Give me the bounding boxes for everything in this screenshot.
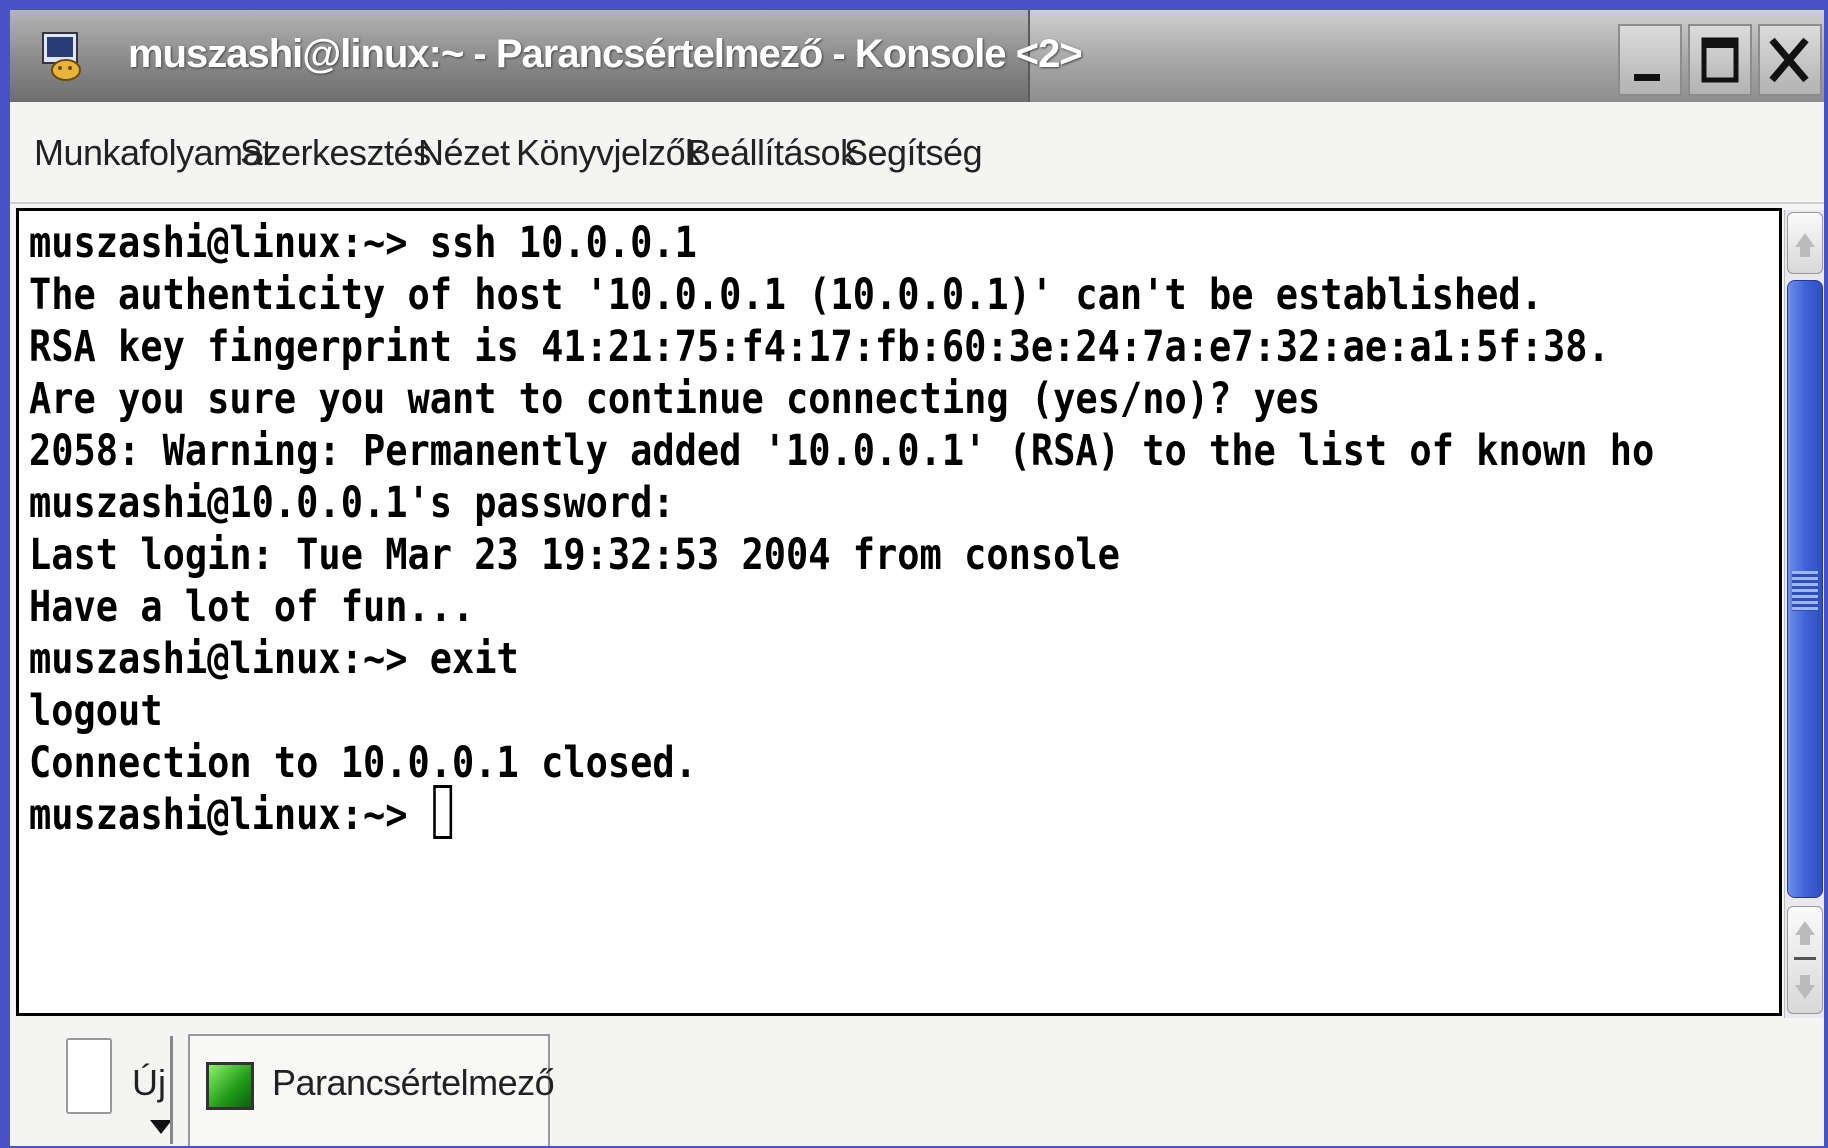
new-session-label: Új bbox=[132, 1062, 166, 1103]
arrow-up-icon bbox=[1795, 233, 1815, 257]
scroll-thumb[interactable] bbox=[1787, 280, 1823, 898]
dropdown-arrow-icon[interactable] bbox=[150, 1120, 172, 1134]
terminal-line: Connection to 10.0.0.1 closed. bbox=[29, 738, 697, 788]
text-cursor bbox=[433, 785, 453, 839]
grip-icon bbox=[1792, 571, 1818, 611]
konsole-icon[interactable] bbox=[40, 30, 86, 82]
terminal-prompt: muszashi@linux:~> bbox=[29, 790, 430, 840]
terminal-line: The authenticity of host '10.0.0.1 (10.0… bbox=[29, 270, 1543, 320]
new-session-button[interactable]: Új bbox=[28, 1034, 178, 1146]
terminal-output[interactable]: muszashi@linux:~> ssh 10.0.0.1 The authe… bbox=[16, 208, 1782, 1016]
menu-beallitasok[interactable]: Beállítások bbox=[687, 132, 858, 174]
tab-separator bbox=[170, 1036, 173, 1144]
maximize-icon bbox=[1701, 37, 1739, 83]
maximize-button[interactable] bbox=[1688, 24, 1752, 96]
terminal-icon bbox=[206, 1062, 254, 1110]
terminal-line: Are you sure you want to continue connec… bbox=[29, 374, 1321, 424]
terminal-line: logout bbox=[29, 686, 163, 736]
menu-konyvjelzok[interactable]: Könyvjelzők bbox=[516, 132, 703, 174]
terminal-line: muszashi@10.0.0.1's password: bbox=[29, 478, 675, 528]
menu-munkafolyamat[interactable]: Munkafolyamat bbox=[34, 132, 272, 174]
terminal-line: 2058: Warning: Permanently added '10.0.0… bbox=[29, 426, 1655, 476]
menu-szerkesztes[interactable]: Szerkesztés bbox=[240, 132, 431, 174]
vertical-scrollbar[interactable] bbox=[1784, 210, 1824, 1018]
close-button[interactable] bbox=[1758, 24, 1822, 96]
session-tab-label: Parancsértelmező bbox=[272, 1062, 555, 1103]
scroll-down-button[interactable] bbox=[1787, 906, 1823, 1014]
title-bar[interactable]: muszashi@linux:~ - Parancsértelmező - Ko… bbox=[10, 10, 1824, 102]
menu-nezet[interactable]: Nézet bbox=[418, 132, 510, 174]
tab-session[interactable]: Parancsértelmező bbox=[188, 1034, 555, 1146]
arrow-down-icon bbox=[1794, 921, 1816, 999]
minimize-button[interactable] bbox=[1618, 24, 1682, 96]
konsole-window: muszashi@linux:~ - Parancsértelmező - Ko… bbox=[10, 10, 1824, 1146]
terminal-line: muszashi@linux:~> exit bbox=[29, 634, 519, 684]
document-icon bbox=[66, 1038, 112, 1114]
terminal-line: RSA key fingerprint is 41:21:75:f4:17:fb… bbox=[29, 322, 1610, 372]
window-title: muszashi@linux:~ - Parancsértelmező - Ko… bbox=[128, 32, 1083, 76]
terminal-line: muszashi@linux:~> ssh 10.0.0.1 bbox=[29, 218, 697, 268]
menu-segitseg[interactable]: Segítség bbox=[844, 132, 983, 174]
tab-bar: Új Parancsértelmező bbox=[10, 1020, 1824, 1146]
terminal-line: Last login: Tue Mar 23 19:32:53 2004 fro… bbox=[29, 530, 1120, 580]
scroll-up-button[interactable] bbox=[1787, 212, 1823, 274]
terminal-prompt-line: muszashi@linux:~> bbox=[29, 785, 453, 845]
minimize-icon bbox=[1634, 74, 1660, 81]
terminal-line: Have a lot of fun... bbox=[29, 582, 475, 632]
close-icon bbox=[1769, 37, 1809, 83]
menu-bar: Munkafolyamat Szerkesztés Nézet Könyvjel… bbox=[10, 102, 1824, 204]
title-bar-active: muszashi@linux:~ - Parancsértelmező - Ko… bbox=[10, 10, 1083, 102]
